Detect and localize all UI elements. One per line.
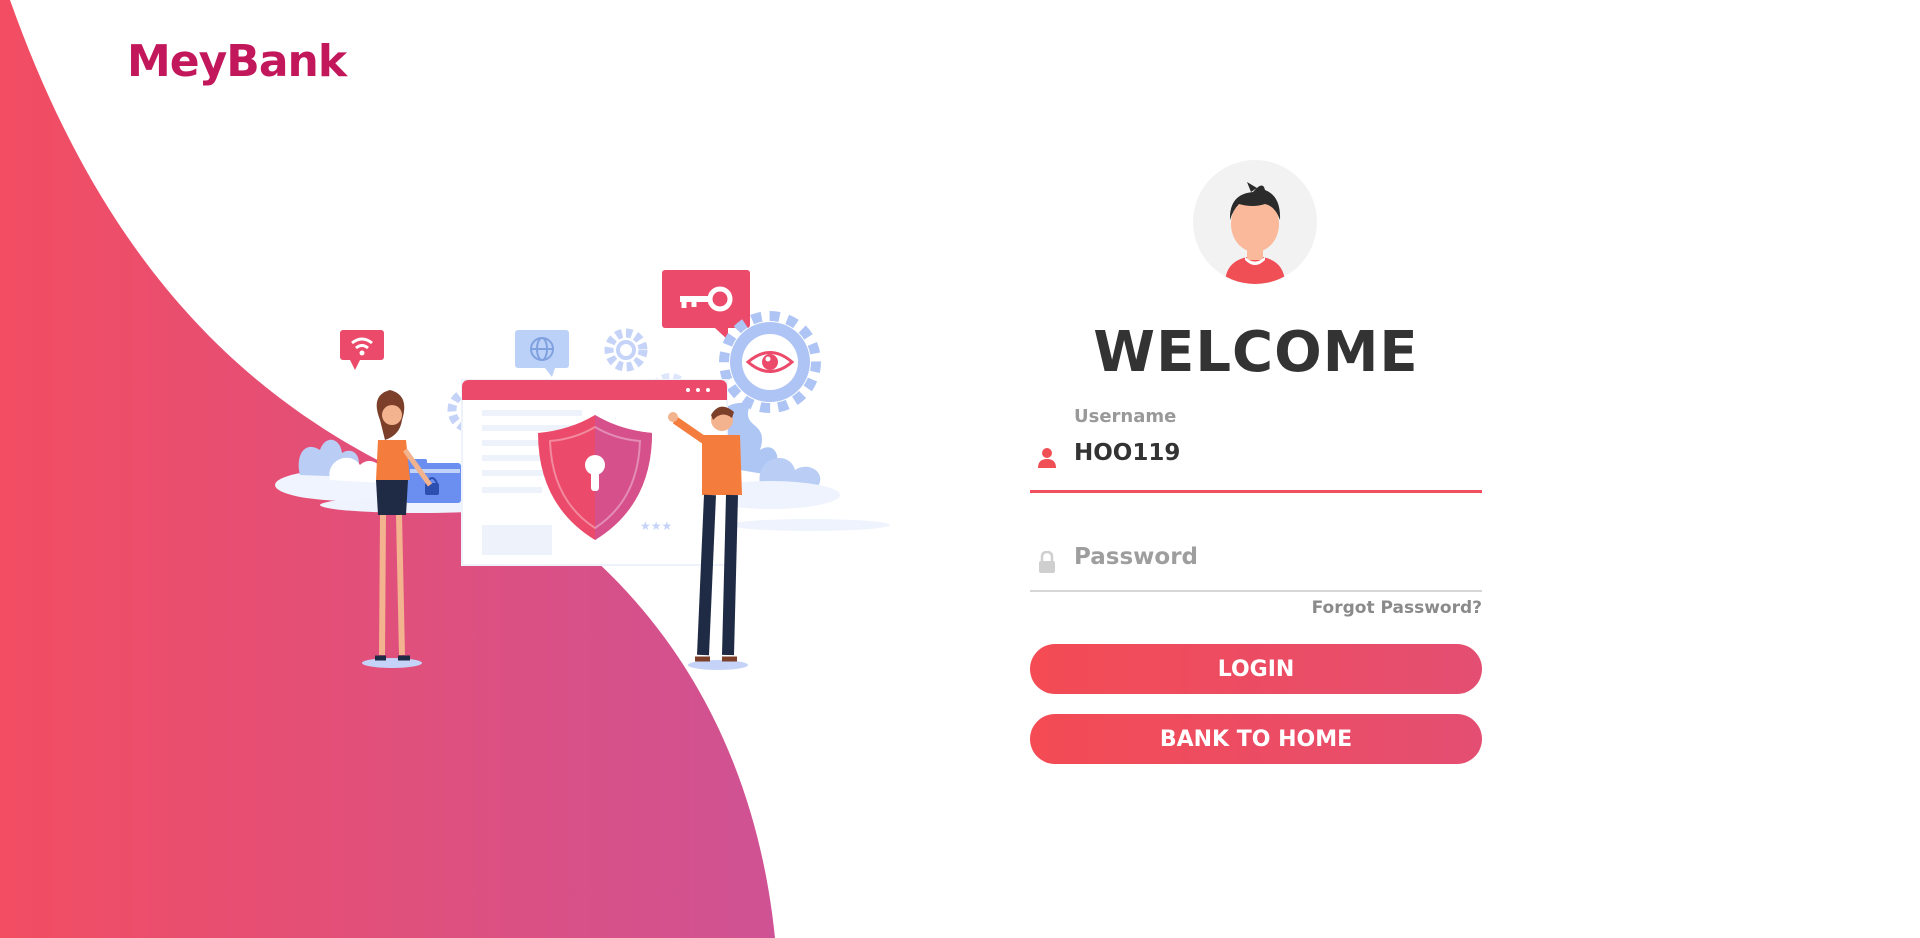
welcome-heading: WELCOME [1093, 320, 1419, 385]
user-avatar-icon [1225, 182, 1285, 284]
brand-logo[interactable]: MeyBank [127, 36, 347, 87]
password-field [1030, 530, 1482, 592]
username-label: Username [1074, 406, 1177, 427]
username-input[interactable] [1074, 440, 1474, 466]
avatar [1193, 160, 1317, 284]
username-field: Username [1030, 406, 1482, 493]
back-to-home-button[interactable]: BANK TO HOME [1030, 714, 1482, 764]
forgot-password-link[interactable]: Forgot Password? [1312, 598, 1482, 618]
svg-text:★★★: ★★★ [640, 519, 672, 533]
password-input[interactable] [1074, 544, 1474, 570]
login-page: MeyBank ★★★ WELCOME Username HOO119 Forg… [0, 0, 1920, 938]
user-icon [1038, 448, 1056, 468]
login-button[interactable]: LOGIN [1030, 644, 1482, 694]
lock-icon [1039, 551, 1055, 573]
security-illustration: ★★★ [275, 270, 890, 670]
